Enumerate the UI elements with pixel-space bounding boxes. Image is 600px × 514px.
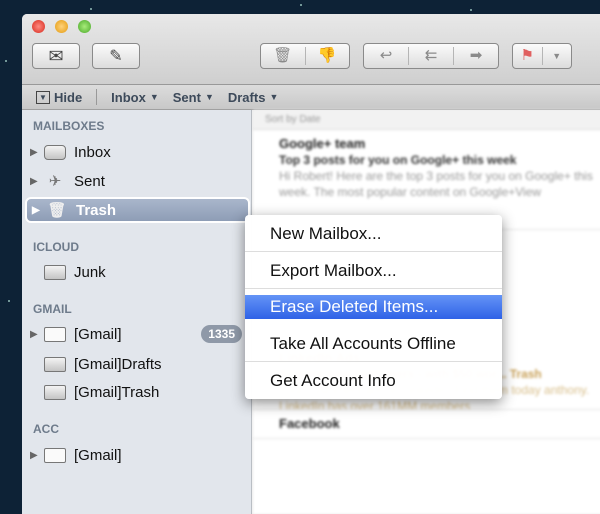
sort-menu[interactable]: Sort by Date — [253, 110, 600, 130]
disclosure-triangle-icon[interactable]: ▶ — [32, 205, 42, 216]
compose-icon: ✎ — [109, 48, 123, 65]
forward-icon[interactable]: ➡ — [454, 47, 498, 65]
folder-icon — [44, 356, 66, 373]
zoom-window-button[interactable] — [78, 20, 91, 33]
disclosure-triangle-icon[interactable]: ▶ — [30, 147, 40, 158]
favorites-bar: ▼ Hide Inbox ▼ Sent ▼ Drafts ▼ — [22, 85, 600, 110]
flag-group: ⚑ ▼ — [512, 43, 572, 69]
list-item[interactable]: Facebook — [253, 410, 600, 439]
section-header-acc: ACC — [33, 422, 59, 436]
close-window-button[interactable] — [32, 20, 45, 33]
reply-icon[interactable]: ↩ — [364, 47, 409, 65]
disclosure-triangle-icon[interactable]: ▶ — [30, 176, 40, 187]
unread-count-badge: 1335 — [201, 325, 242, 343]
hide-icon: ▼ — [36, 90, 50, 104]
section-header-icloud: ICLOUD — [33, 240, 79, 254]
delete-junk-group: 🗑 👎 — [260, 43, 350, 69]
favorite-drafts[interactable]: Drafts ▼ — [228, 90, 279, 105]
folder-icon — [44, 384, 66, 401]
get-mail-button[interactable]: ✉ — [32, 43, 80, 69]
chevron-down-icon[interactable]: ▼ — [543, 47, 572, 65]
favorite-sent[interactable]: Sent ▼ — [173, 90, 214, 105]
context-menu: New Mailbox... Export Mailbox... Erase D… — [245, 215, 502, 399]
paper-plane-icon: ✈ — [48, 173, 62, 190]
disclosure-triangle-icon[interactable]: ▶ — [30, 450, 40, 461]
sidebar: MAILBOXES ▶ Inbox ▶ ✈ Sent ▶ 🗑 Trash ICLOUD J… — [22, 110, 252, 514]
sidebar-item-acc-gmail[interactable]: ▶ [Gmail] — [22, 443, 252, 467]
chevron-down-icon: ▼ — [149, 92, 159, 102]
menu-item-take-accounts-offline[interactable]: Take All Accounts Offline — [245, 328, 502, 362]
menu-item-erase-deleted-items[interactable]: Erase Deleted Items... — [245, 295, 502, 319]
flag-icon[interactable]: ⚑ — [513, 47, 543, 65]
compose-button[interactable]: ✎ — [92, 43, 140, 69]
trash-icon: 🗑 — [47, 202, 67, 219]
menu-item-get-account-info[interactable]: Get Account Info — [245, 365, 502, 399]
trash-icon[interactable]: 🗑 — [261, 47, 306, 65]
minimize-window-button[interactable] — [55, 20, 68, 33]
favorite-inbox[interactable]: Inbox ▼ — [111, 90, 159, 105]
menu-item-export-mailbox[interactable]: Export Mailbox... — [245, 255, 502, 289]
chevron-down-icon: ▼ — [269, 92, 279, 102]
folder-icon — [44, 326, 66, 343]
sidebar-item-junk[interactable]: Junk — [22, 260, 252, 284]
sidebar-item-sent[interactable]: ▶ ✈ Sent — [22, 169, 252, 193]
divider — [96, 89, 98, 105]
thumbs-down-icon[interactable]: 👎 — [306, 47, 350, 65]
disclosure-triangle-icon[interactable]: ▶ — [30, 329, 40, 340]
sidebar-item-trash[interactable]: ▶ 🗑 Trash — [25, 197, 250, 223]
reply-group: ↩ ⇇ ➡ — [363, 43, 499, 69]
menu-item-new-mailbox[interactable]: New Mailbox... — [245, 218, 502, 252]
sidebar-item-inbox[interactable]: ▶ Inbox — [22, 140, 252, 164]
envelope-icon: ✉ — [48, 45, 64, 66]
folder-icon — [44, 447, 66, 464]
sidebar-item-gmail[interactable]: ▶ [Gmail] 1335 — [22, 322, 252, 346]
folder-icon — [44, 264, 66, 281]
section-header-mailboxes: MAILBOXES — [33, 119, 105, 133]
section-header-gmail: GMAIL — [33, 302, 72, 316]
sidebar-item-gmail-trash[interactable]: [Gmail]Trash — [22, 380, 252, 404]
reply-all-icon[interactable]: ⇇ — [409, 47, 454, 65]
chevron-down-icon: ▼ — [204, 92, 214, 102]
hide-button[interactable]: ▼ Hide — [36, 90, 82, 105]
sidebar-item-gmail-drafts[interactable]: [Gmail]Drafts — [22, 352, 252, 376]
inbox-tray-icon — [44, 144, 66, 161]
toolbar: ✉ ✎ 🗑 👎 ↩ ⇇ ➡ ⚑ ▼ — [22, 14, 600, 85]
